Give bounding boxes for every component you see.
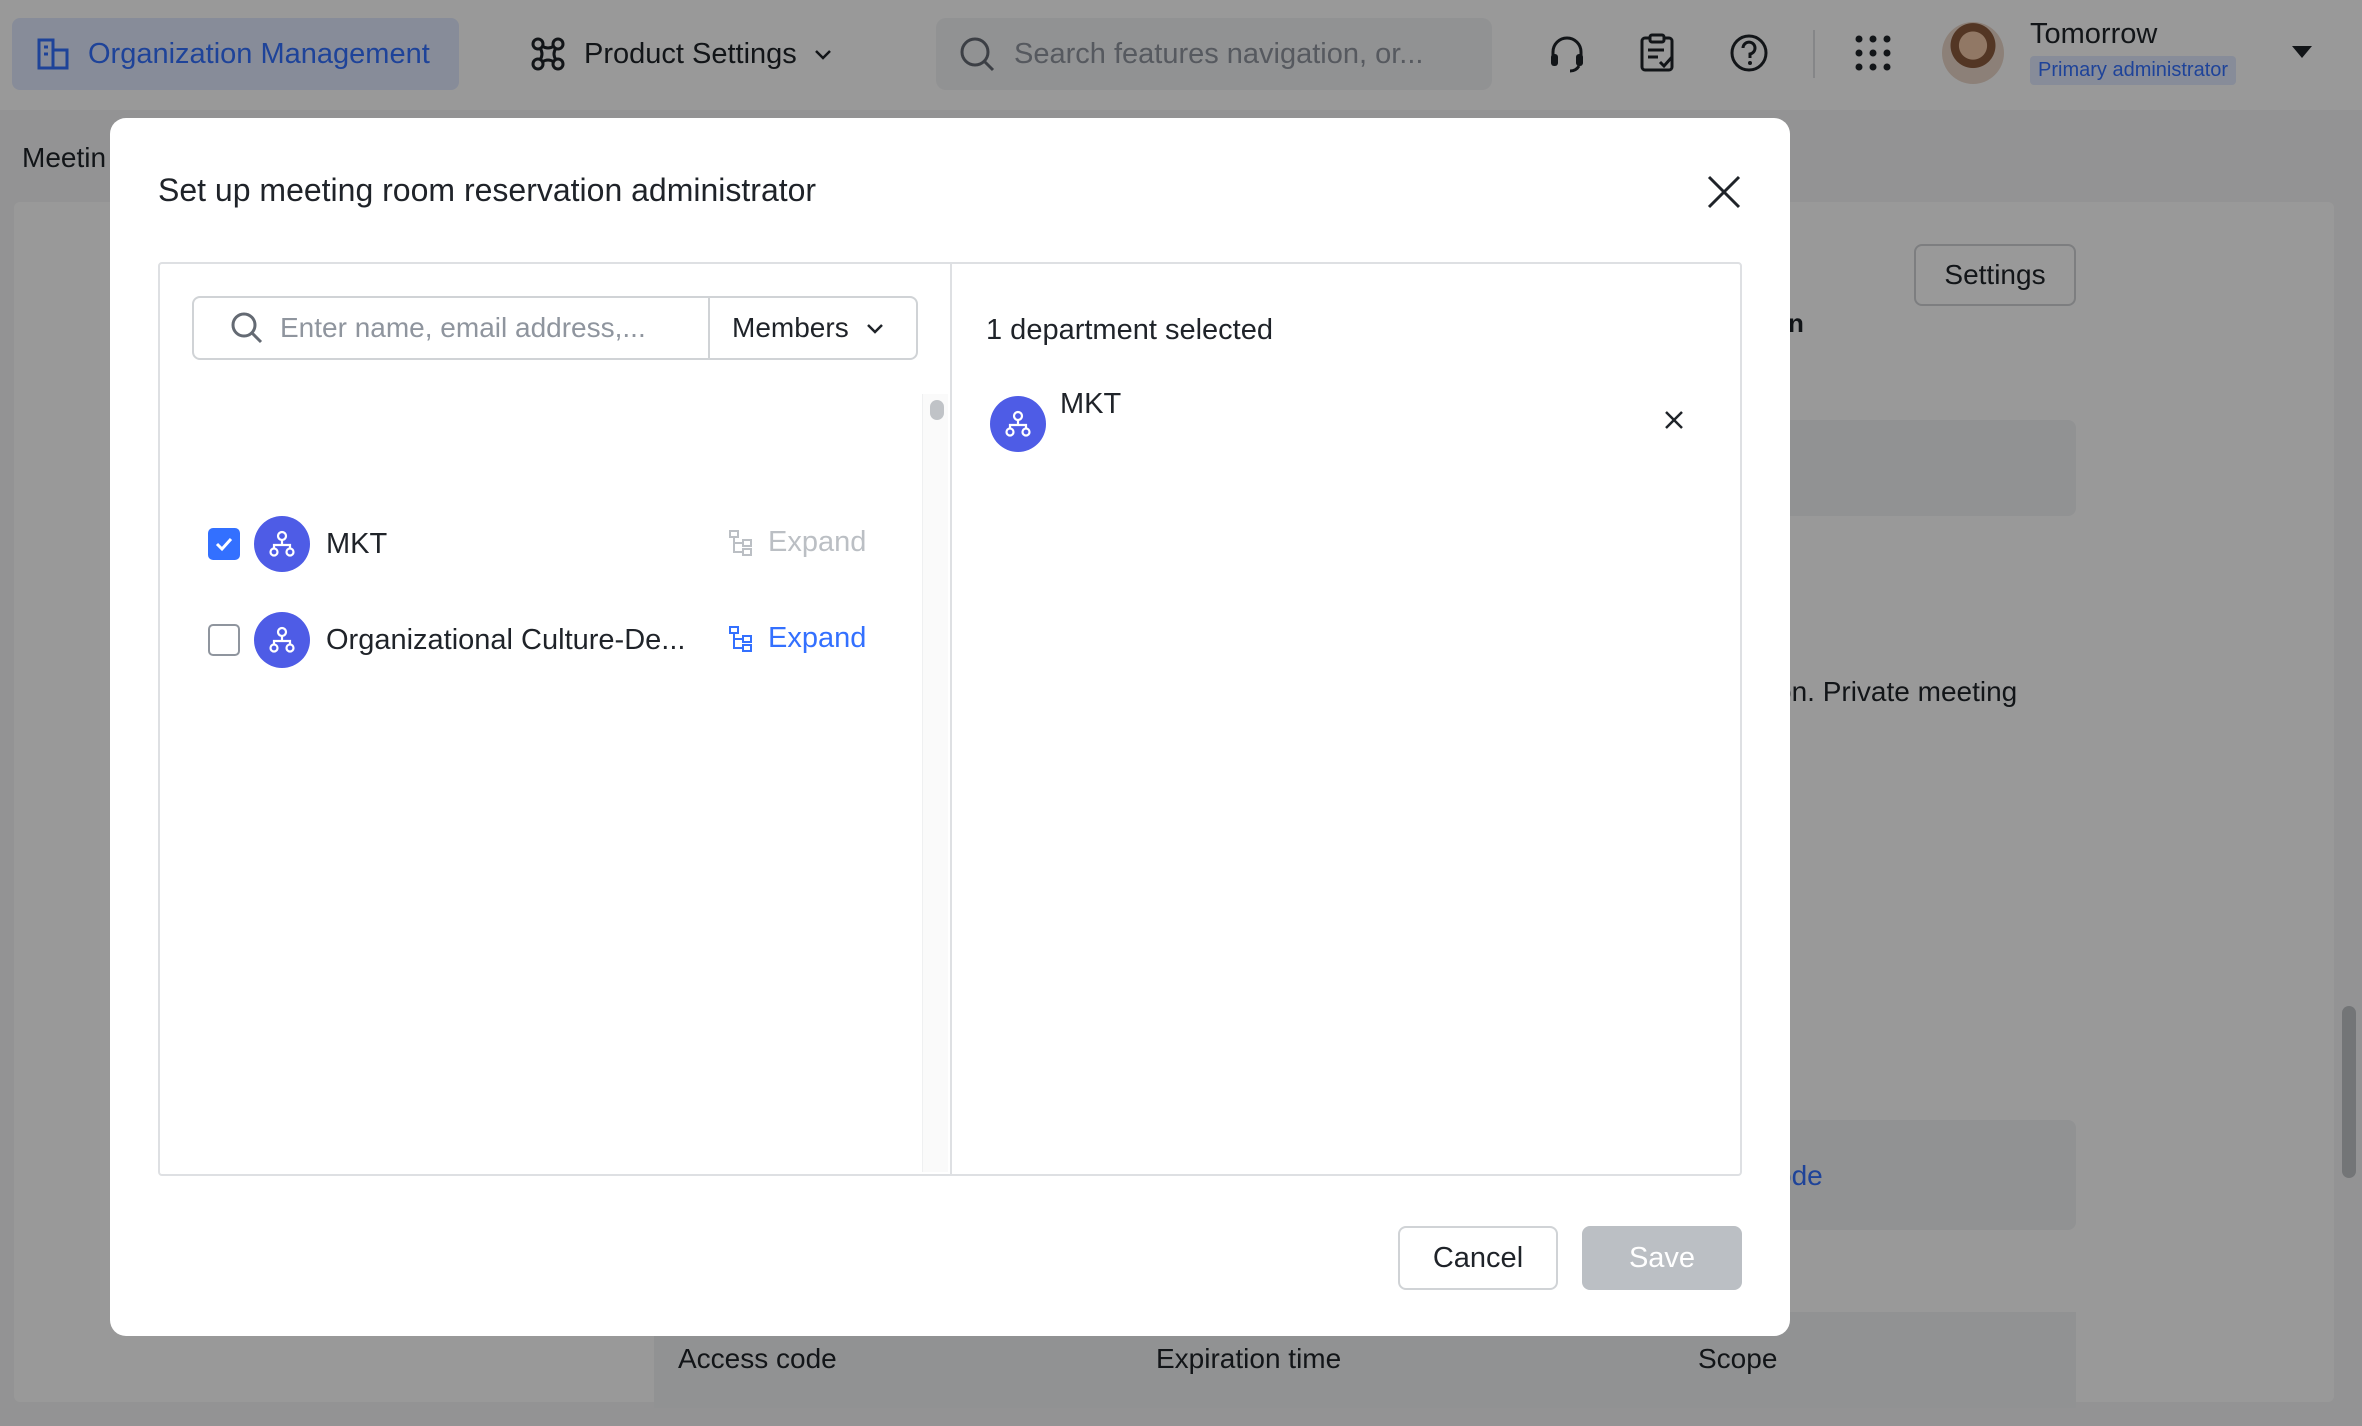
list-scrollbar-thumb[interactable] <box>930 400 944 420</box>
admin-setup-dialog: Set up meeting room reservation administ… <box>110 118 1790 1336</box>
department-icon <box>254 612 310 668</box>
dialog-title: Set up meeting room reservation administ… <box>158 172 817 208</box>
member-picker: Members <box>158 262 1742 1176</box>
org-tree-icon <box>729 625 752 652</box>
org-tree-icon <box>729 529 752 556</box>
picker-right-pane: 1 department selected MKT <box>952 264 1740 1174</box>
department-icon <box>990 396 1046 452</box>
picker-left-pane: Members <box>160 264 950 1174</box>
selected-item: MKT <box>990 388 1710 452</box>
item-checkbox[interactable] <box>208 528 240 560</box>
save-button[interactable]: Save <box>1582 1226 1742 1290</box>
item-name: Organizational Culture-De... <box>326 623 686 656</box>
cancel-button[interactable]: Cancel <box>1398 1226 1558 1290</box>
chevron-down-icon <box>866 324 883 334</box>
check-icon <box>215 537 233 552</box>
list-item[interactable]: Organizational Culture-De... Expand <box>208 608 908 672</box>
department-icon <box>254 516 310 572</box>
item-name: MKT <box>326 527 388 560</box>
selected-item-name: MKT <box>1060 388 1122 420</box>
list-scrollbar-track[interactable] <box>922 394 948 1172</box>
picker-search-combo: Members <box>192 296 918 360</box>
member-type-label: Members <box>732 312 849 343</box>
item-checkbox[interactable] <box>208 624 240 656</box>
search-icon <box>230 311 264 345</box>
expand-button[interactable]: Expand <box>728 526 866 559</box>
expand-button[interactable]: Expand <box>728 622 866 655</box>
expand-label: Expand <box>768 526 867 558</box>
member-type-select[interactable]: Members <box>710 298 916 358</box>
picker-search-input[interactable] <box>280 312 700 344</box>
remove-selected-icon[interactable] <box>1658 404 1690 436</box>
close-icon[interactable] <box>1700 168 1748 216</box>
selected-count: 1 department selected <box>986 314 1273 346</box>
expand-label: Expand <box>768 622 867 654</box>
list-item[interactable]: MKT Expand <box>208 512 908 576</box>
